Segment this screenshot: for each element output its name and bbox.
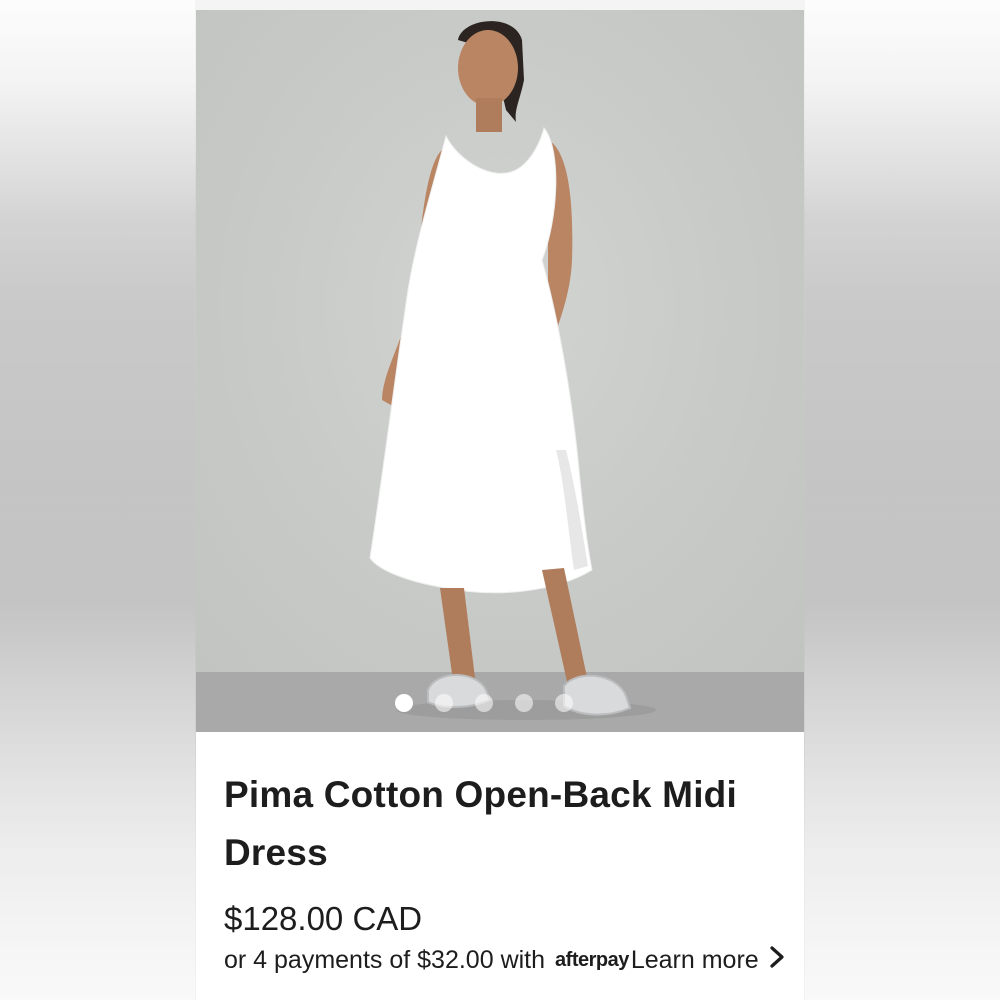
blurred-background-right [805,0,1000,1000]
carousel-dot[interactable] [395,694,413,712]
chevron-right-icon[interactable] [769,946,785,975]
product-image-gallery[interactable] [196,10,804,732]
carousel-dot[interactable] [435,694,453,712]
head [458,30,518,106]
product-price: $128.00 CAD [224,900,423,937]
installment-offer: or 4 payments of $32.00 with afterpay Le… [224,946,784,975]
carousel-dot[interactable] [475,694,493,712]
left-leg [440,588,476,688]
product-photo [369,21,656,720]
carousel-dot[interactable] [515,694,533,712]
carousel-dot[interactable] [555,694,573,712]
learn-more-link[interactable]: Learn more [631,946,759,975]
product-title: Pima Cotton Open-Back Midi Dress [224,774,737,873]
blurred-background-left [0,0,195,1000]
screenshot-frame: Pima Cotton Open-Back Midi Dress $128.00… [0,0,1000,1000]
afterpay-logo: afterpay [555,949,629,971]
product-info: Pima Cotton Open-Back Midi Dress $128.00… [196,732,804,975]
product-page: Pima Cotton Open-Back Midi Dress $128.00… [196,10,804,1000]
neck [476,98,502,132]
installment-text: or 4 payments of $32.00 with [224,946,546,974]
right-leg [542,568,588,686]
carousel-indicators [196,694,788,712]
